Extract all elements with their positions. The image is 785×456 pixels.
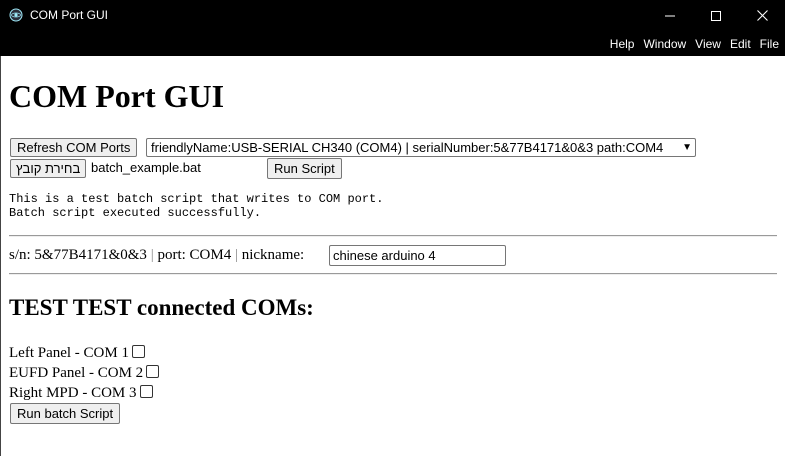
port-label: port: COM4 xyxy=(157,247,232,263)
divider xyxy=(9,235,777,237)
com-item: EUFD Panel - COM 2 xyxy=(9,364,160,382)
choose-file-button[interactable]: בחירת קובץ xyxy=(10,159,87,178)
menu-bar: File Edit View Window Help xyxy=(0,31,785,56)
refresh-com-ports-button[interactable]: Refresh COM Ports xyxy=(10,138,138,157)
menu-window[interactable]: Window xyxy=(643,37,686,51)
device-info: s/n: 5&77B4171&0&3 | port: COM4 | nickna… xyxy=(9,246,304,264)
separator: | xyxy=(234,247,238,263)
com-port-select-value: friendlyName:USB-SERIAL CH340 (COM4) | s… xyxy=(151,140,664,155)
chevron-down-icon: ▼ xyxy=(682,142,692,153)
maximize-icon xyxy=(711,10,721,21)
page-content: COM Port GUI Refresh COM Ports friendlyN… xyxy=(0,56,785,456)
output-line: Batch script executed successfully. xyxy=(9,206,262,220)
run-script-button[interactable]: Run Script xyxy=(267,158,342,179)
nickname-label: nickname: xyxy=(241,247,305,263)
window-title: COM Port GUI xyxy=(30,8,109,22)
connected-coms-heading: TEST TEST connected COMs: xyxy=(9,295,314,320)
run-batch-script-button[interactable]: Run batch Script xyxy=(10,403,121,424)
maximize-button[interactable] xyxy=(693,0,739,31)
com-item: Left Panel - COM 1 xyxy=(9,344,145,362)
menu-view[interactable]: View xyxy=(695,37,721,51)
selected-file-name: batch_example.bat xyxy=(91,160,201,175)
com-item: Right MPD - COM 3 xyxy=(9,384,153,402)
com-checkbox[interactable] xyxy=(139,385,153,398)
page-title: COM Port GUI xyxy=(9,78,225,114)
serial-number: s/n: 5&77B4171&0&3 xyxy=(9,247,147,263)
separator: | xyxy=(150,247,154,263)
title-bar: COM Port GUI xyxy=(0,0,785,31)
output-line: This is a test batch script that writes … xyxy=(9,192,384,206)
com-checkbox[interactable] xyxy=(131,345,145,358)
close-button[interactable] xyxy=(739,0,785,31)
minimize-icon xyxy=(665,15,675,16)
minimize-button[interactable] xyxy=(647,0,693,31)
close-icon xyxy=(756,10,768,21)
script-output: This is a test batch script that writes … xyxy=(9,192,383,220)
menu-file[interactable]: File xyxy=(760,37,779,51)
app-icon xyxy=(9,8,23,22)
com-item-label: EUFD Panel - COM 2 xyxy=(9,365,144,381)
com-port-select[interactable]: friendlyName:USB-SERIAL CH340 (COM4) | s… xyxy=(146,138,696,157)
menu-help[interactable]: Help xyxy=(610,37,635,51)
com-item-label: Right MPD - COM 3 xyxy=(9,385,137,401)
nickname-input[interactable]: chinese arduino 4 xyxy=(329,245,506,266)
menu-edit[interactable]: Edit xyxy=(730,37,751,51)
com-item-label: Left Panel - COM 1 xyxy=(9,345,129,361)
com-checkbox[interactable] xyxy=(146,365,160,378)
divider xyxy=(9,273,777,275)
